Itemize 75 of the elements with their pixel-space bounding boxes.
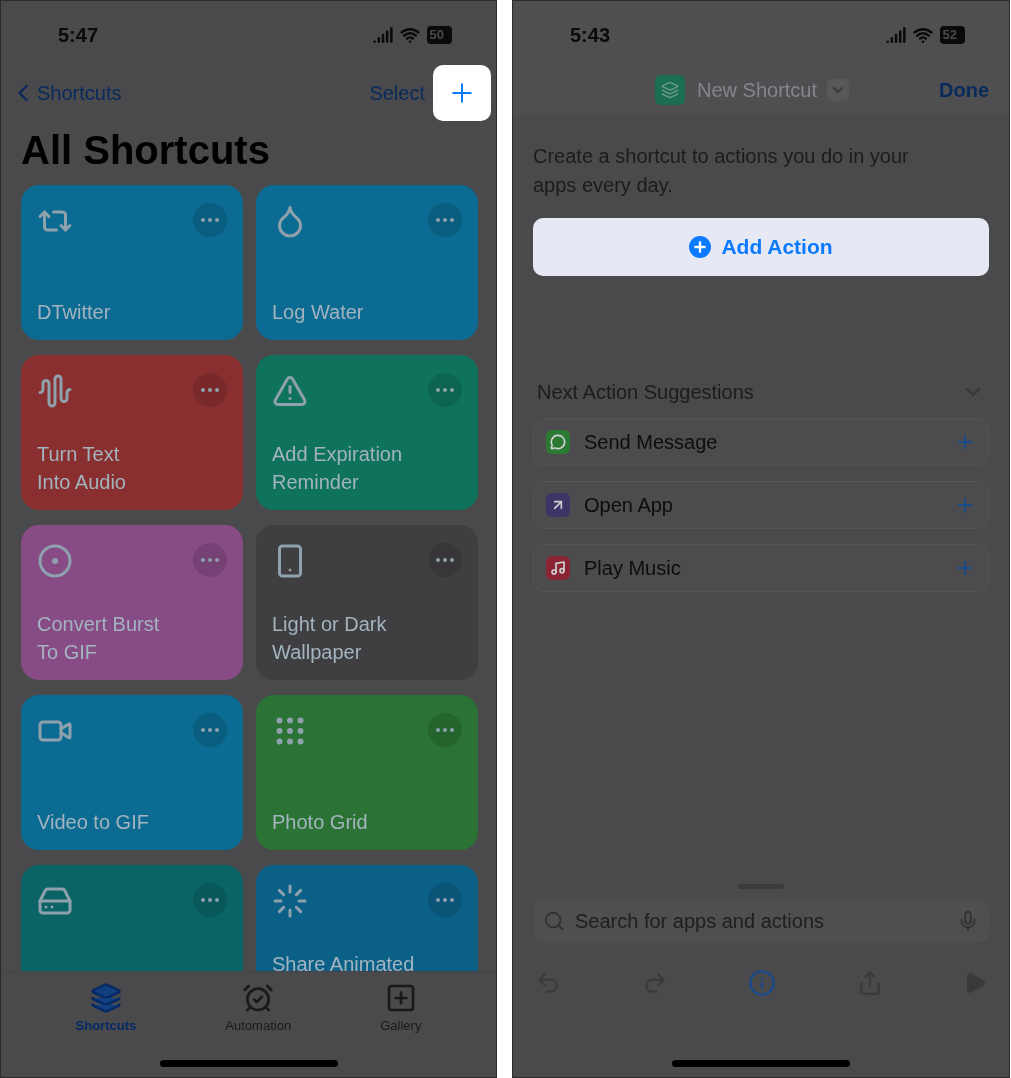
page-title: All Shortcuts <box>21 127 271 174</box>
info-icon <box>748 969 776 997</box>
info-button[interactable] <box>748 969 776 997</box>
suggestion-row[interactable]: Open App <box>533 481 989 529</box>
arrow-square-icon <box>546 493 570 517</box>
shortcut-tile[interactable]: Add Expiration Reminder <box>256 355 478 510</box>
more-button[interactable] <box>193 543 227 577</box>
warning-icon <box>272 373 308 409</box>
shortcut-tile[interactable]: Light or Dark Wallpaper <box>256 525 478 680</box>
shortcut-tile[interactable]: Log Water <box>256 185 478 340</box>
plus-circle-icon <box>689 236 712 258</box>
shortcut-tile[interactable]: Video to GIF <box>21 695 243 850</box>
more-button[interactable] <box>193 373 227 407</box>
shortcut-name: DTwitter <box>37 300 112 325</box>
battery-indicator: 50 <box>426 26 452 44</box>
layers-icon <box>89 982 122 1014</box>
shortcut-name: Convert Burst To GIF <box>37 612 161 665</box>
more-button[interactable] <box>428 883 462 917</box>
battery-indicator: 52 <box>939 26 965 44</box>
ellipsis-icon <box>436 898 454 902</box>
ellipsis-icon <box>436 558 454 562</box>
shortcut-name: Turn Text Into Audio <box>37 442 127 495</box>
more-button[interactable] <box>428 203 462 237</box>
shortcut-tile[interactable]: DTwitter <box>21 185 243 340</box>
loader-icon <box>272 883 308 919</box>
ellipsis-icon <box>436 388 454 392</box>
ellipsis-icon <box>201 898 219 902</box>
ellipsis-icon <box>201 728 219 732</box>
ellipsis-icon <box>201 558 219 562</box>
tab-item[interactable]: Shortcuts <box>69 982 143 1038</box>
more-button[interactable] <box>193 203 227 237</box>
shortcut-tile[interactable]: Convert Burst To GIF <box>21 525 243 680</box>
dropdown-button[interactable] <box>827 79 850 101</box>
suggestion-label: Play Music <box>584 556 681 580</box>
speech-bubble-icon <box>546 430 570 454</box>
suggestion-label: Send Message <box>584 430 718 454</box>
waveform-icon <box>37 373 73 409</box>
done-button[interactable]: Done <box>939 78 989 102</box>
back-link[interactable]: Shortcuts <box>37 81 122 105</box>
shortcut-title: New Shortcut <box>697 78 818 102</box>
ellipsis-icon <box>201 388 219 392</box>
wifi-icon <box>912 25 933 45</box>
more-button[interactable] <box>193 883 227 917</box>
shortcut-name: Photo Grid <box>272 810 369 835</box>
wifi-icon <box>399 25 420 45</box>
shortcut-name: Log Water <box>272 300 365 325</box>
shortcut-name: Light or Dark Wallpaper <box>272 612 388 665</box>
add-button[interactable] <box>433 65 491 121</box>
more-button[interactable] <box>193 713 227 747</box>
target-icon <box>37 543 73 579</box>
status-time: 5:47 <box>58 23 99 47</box>
suggestion-row[interactable]: Send Message <box>533 418 989 466</box>
search-icon <box>543 910 565 932</box>
add-action-button[interactable]: Add Action <box>533 218 989 276</box>
status-time: 5:43 <box>570 23 611 47</box>
app-icon <box>655 75 685 105</box>
select-link[interactable]: Select <box>369 81 425 105</box>
more-button[interactable] <box>428 713 462 747</box>
more-button[interactable] <box>428 373 462 407</box>
shortcut-tile[interactable]: Share Animated <box>256 865 478 971</box>
signal-icon <box>885 25 906 45</box>
shortcut-tile[interactable]: Turn Text Into Audio <box>21 355 243 510</box>
ellipsis-icon <box>436 218 454 222</box>
more-button[interactable] <box>428 543 462 577</box>
signal-icon <box>372 25 393 45</box>
shortcut-name: Add Expiration Reminder <box>272 442 404 495</box>
shortcut-tile[interactable]: Photo Grid <box>256 695 478 850</box>
shortcut-name: Share Animated <box>272 952 416 971</box>
alarm-clock-icon <box>242 982 275 1014</box>
ellipsis-icon <box>436 728 454 732</box>
music-note-icon <box>546 556 570 580</box>
suggestion-row[interactable]: Play Music <box>533 544 989 592</box>
ellipsis-icon <box>201 218 219 222</box>
shortcut-name: Video to GIF <box>37 810 150 835</box>
suggestion-label: Open App <box>584 493 673 517</box>
